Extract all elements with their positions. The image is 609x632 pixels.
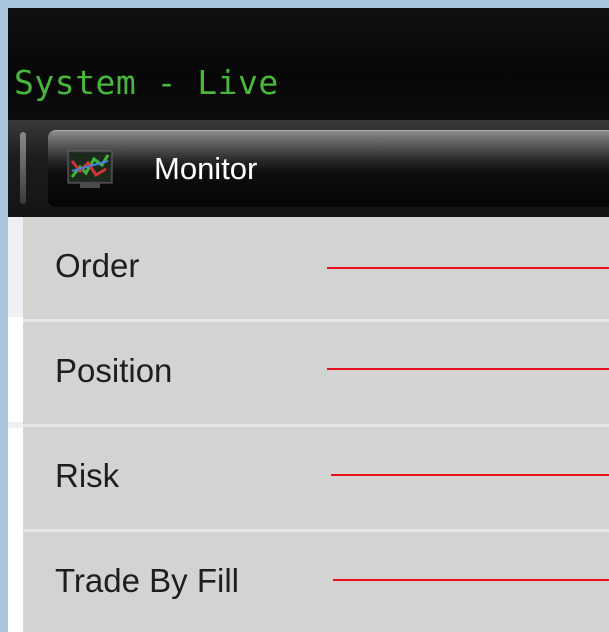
submenu-item-label: Order bbox=[55, 247, 140, 284]
submenu-item-label: Trade By Fill bbox=[55, 562, 239, 599]
app-window: System - Live Monitor Order Position Ris… bbox=[8, 8, 609, 632]
window-title: System - Live bbox=[14, 63, 279, 102]
monitor-menu-label: Monitor bbox=[154, 151, 258, 186]
submenu-item-trade-by-fill[interactable]: Trade By Fill bbox=[23, 532, 609, 632]
submenu-item-label: Risk bbox=[55, 457, 120, 494]
menu-bar: Monitor bbox=[8, 120, 609, 217]
annotation-line bbox=[327, 368, 609, 370]
submenu-item-label: Position bbox=[55, 352, 173, 389]
submenu-item-position[interactable]: Position bbox=[23, 322, 609, 427]
monitor-menu-button[interactable]: Monitor bbox=[48, 130, 609, 207]
menubar-edge-handle bbox=[20, 132, 26, 204]
submenu-item-order[interactable]: Order bbox=[23, 217, 609, 322]
annotation-line bbox=[333, 579, 609, 581]
monitor-submenu: Order Position Risk Trade By Fill bbox=[23, 217, 609, 632]
title-bar: System - Live bbox=[8, 8, 609, 120]
annotation-line bbox=[331, 474, 609, 476]
annotation-line bbox=[327, 267, 609, 269]
submenu-item-risk[interactable]: Risk bbox=[23, 427, 609, 532]
chart-monitor-icon bbox=[67, 150, 113, 188]
